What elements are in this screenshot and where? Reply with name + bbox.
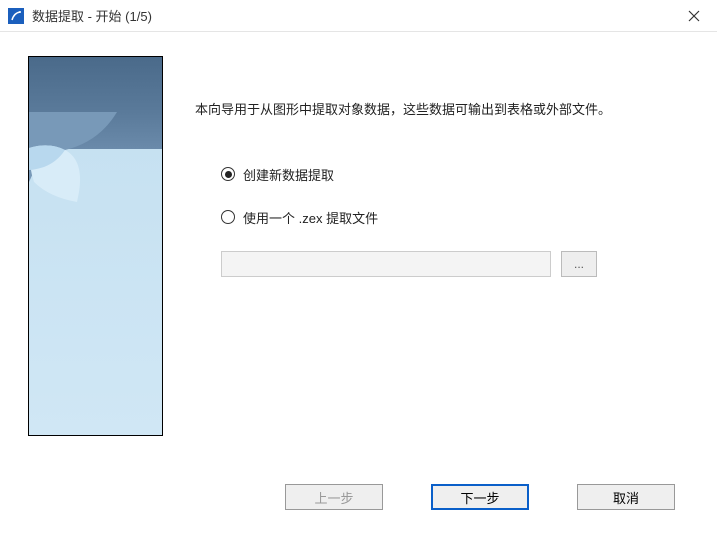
file-path-input xyxy=(221,251,551,277)
radio-create-new[interactable] xyxy=(221,167,235,181)
radio-use-existing[interactable] xyxy=(221,210,235,224)
intro-text: 本向导用于从图形中提取对象数据，这些数据可输出到表格或外部文件。 xyxy=(195,100,689,121)
titlebar: 数据提取 - 开始 (1/5) xyxy=(0,0,717,32)
window-title: 数据提取 - 开始 (1/5) xyxy=(32,6,671,25)
radio-use-existing-row[interactable]: 使用一个 .zex 提取文件 xyxy=(195,208,689,227)
content-area: 本向导用于从图形中提取对象数据，这些数据可输出到表格或外部文件。 创建新数据提取… xyxy=(0,32,717,484)
page-curl-icon xyxy=(29,112,119,202)
close-button[interactable] xyxy=(671,0,717,32)
browse-button[interactable]: ... xyxy=(561,251,597,277)
wizard-image xyxy=(28,56,163,436)
cancel-button[interactable]: 取消 xyxy=(577,484,675,510)
radio-use-existing-label: 使用一个 .zex 提取文件 xyxy=(243,208,378,227)
footer-buttons: 上一步 下一步 取消 xyxy=(0,484,717,530)
back-button: 上一步 xyxy=(285,484,383,510)
app-icon xyxy=(8,8,24,24)
wizard-form: 本向导用于从图形中提取对象数据，这些数据可输出到表格或外部文件。 创建新数据提取… xyxy=(163,56,689,472)
file-row: ... xyxy=(195,251,689,277)
radio-create-new-row[interactable]: 创建新数据提取 xyxy=(195,165,689,184)
radio-create-new-label: 创建新数据提取 xyxy=(243,165,334,184)
next-button[interactable]: 下一步 xyxy=(431,484,529,510)
